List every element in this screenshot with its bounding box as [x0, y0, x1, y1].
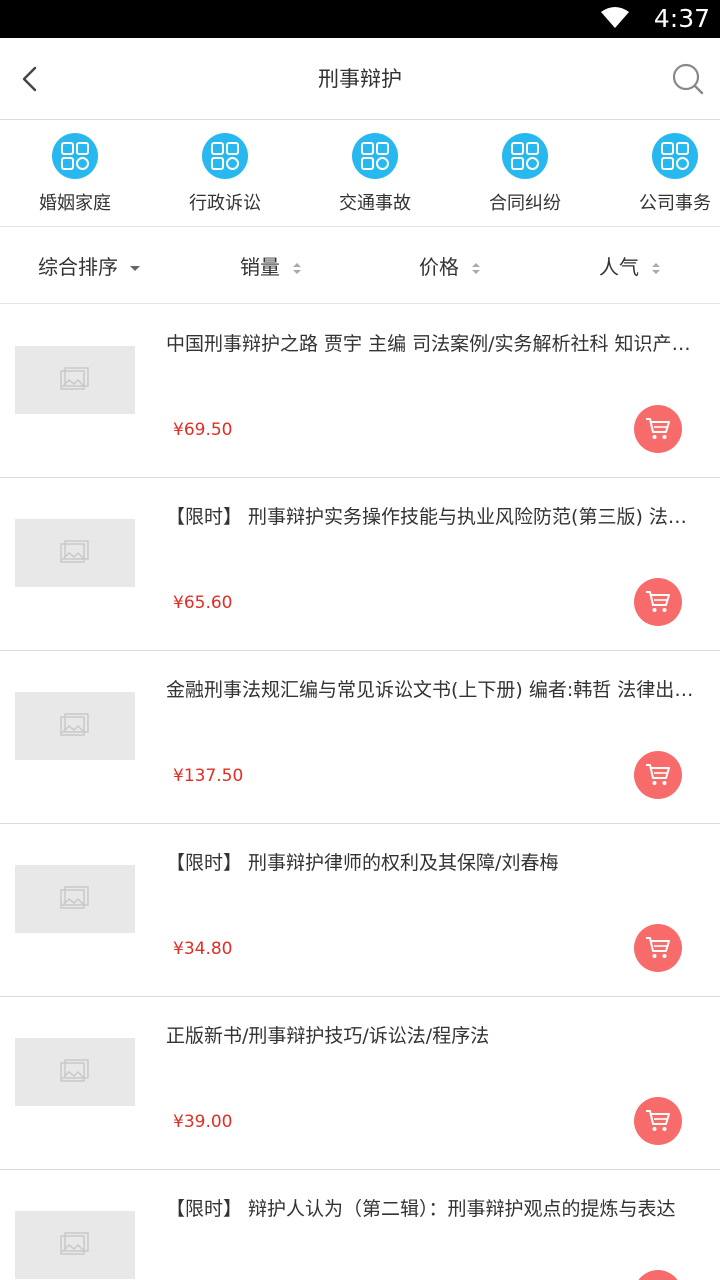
product-image-placeholder: [15, 692, 135, 760]
product-image-placeholder: [15, 519, 135, 587]
image-placeholder-icon: [60, 886, 89, 909]
category-label: 婚姻家庭: [39, 193, 111, 214]
cart-icon: [646, 418, 670, 439]
product-price: ¥39.00: [173, 1112, 233, 1132]
category-label: 公司事务: [639, 193, 711, 214]
apps-grid-icon: [202, 133, 248, 179]
apps-grid-icon: [652, 133, 698, 179]
sort-label: 综合排序: [38, 255, 118, 279]
product-image-placeholder: [15, 1211, 135, 1279]
nav-bar: 刑事辩护: [0, 38, 720, 120]
sort-bar: 综合排序 销量 价格 人气: [0, 228, 720, 304]
category-bar: 婚姻家庭 行政诉讼 交通事故 合同纠纷 公司事务: [0, 121, 720, 227]
add-to-cart-button[interactable]: [634, 1097, 682, 1145]
add-to-cart-button[interactable]: [634, 405, 682, 453]
cart-icon: [646, 591, 670, 612]
image-placeholder-icon: [60, 540, 89, 563]
product-item[interactable]: 【限时】 刑事辩护实务操作技能与执业风险防范(第三版) 法律出版社 ¥65.60: [0, 478, 720, 651]
category-item[interactable]: 公司事务: [620, 133, 720, 223]
product-image-placeholder: [15, 865, 135, 933]
sort-comprehensive[interactable]: 综合排序: [38, 252, 140, 282]
add-to-cart-button[interactable]: [634, 578, 682, 626]
product-name: 正版新书/刑事辩护技巧/诉讼法/程序法: [166, 1025, 490, 1047]
category-label: 合同纠纷: [489, 193, 561, 214]
product-item[interactable]: 金融刑事法规汇编与常见诉讼文书(上下册) 编者:韩哲 法律出版社 ¥137.50: [0, 651, 720, 824]
caret-up-down-icon: [471, 262, 481, 276]
page-title: 刑事辩护: [318, 67, 402, 91]
caret-down-icon: [130, 262, 140, 276]
category-label: 行政诉讼: [189, 193, 261, 214]
sort-label: 人气: [599, 255, 639, 279]
product-list: 中国刑事辩护之路 贾宇 主编 司法案例/实务解析社科 知识产权出版社 ¥69.5…: [0, 305, 720, 1280]
add-to-cart-button[interactable]: [634, 924, 682, 972]
product-name: 【限时】 刑事辩护实务操作技能与执业风险防范(第三版) 法律出版社: [166, 506, 698, 528]
sort-popularity[interactable]: 人气: [599, 252, 661, 282]
product-price: ¥34.80: [173, 939, 233, 959]
product-image-placeholder: [15, 1038, 135, 1106]
product-item[interactable]: 中国刑事辩护之路 贾宇 主编 司法案例/实务解析社科 知识产权出版社 ¥69.5…: [0, 305, 720, 478]
product-name: 金融刑事法规汇编与常见诉讼文书(上下册) 编者:韩哲 法律出版社: [166, 679, 698, 701]
product-price: ¥65.60: [173, 593, 233, 613]
product-price: ¥69.50: [173, 420, 233, 440]
product-price: ¥137.50: [173, 766, 244, 786]
sort-label: 价格: [419, 255, 459, 279]
product-item[interactable]: 【限时】 辩护人认为（第二辑）：刑事辩护观点的提炼与表达: [0, 1170, 720, 1280]
apps-grid-icon: [52, 133, 98, 179]
wifi-icon: [601, 7, 629, 28]
category-label: 交通事故: [339, 193, 411, 214]
image-placeholder-icon: [60, 713, 89, 736]
category-item[interactable]: 合同纠纷: [470, 133, 580, 223]
apps-grid-icon: [352, 133, 398, 179]
caret-up-down-icon: [292, 262, 302, 276]
cart-icon: [646, 1110, 670, 1131]
category-item[interactable]: 交通事故: [320, 133, 430, 223]
sort-label: 销量: [240, 255, 280, 279]
caret-up-down-icon: [651, 262, 661, 276]
product-name: 【限时】 辩护人认为（第二辑）：刑事辩护观点的提炼与表达: [166, 1198, 676, 1220]
cart-icon: [646, 764, 670, 785]
clock: 4:37: [653, 4, 710, 33]
product-name: 中国刑事辩护之路 贾宇 主编 司法案例/实务解析社科 知识产权出版社: [166, 333, 698, 355]
product-image-placeholder: [15, 346, 135, 414]
image-placeholder-icon: [60, 367, 89, 390]
add-to-cart-button[interactable]: [634, 751, 682, 799]
sort-sales[interactable]: 销量: [240, 252, 302, 282]
sort-price[interactable]: 价格: [419, 252, 481, 282]
product-item[interactable]: 正版新书/刑事辩护技巧/诉讼法/程序法 ¥39.00: [0, 997, 720, 1170]
apps-grid-icon: [502, 133, 548, 179]
product-name: 【限时】 刑事辩护律师的权利及其保障/刘春梅: [166, 852, 559, 874]
image-placeholder-icon: [60, 1059, 89, 1082]
search-icon[interactable]: [670, 60, 706, 98]
image-placeholder-icon: [60, 1232, 89, 1255]
product-item[interactable]: 【限时】 刑事辩护律师的权利及其保障/刘春梅 ¥34.80: [0, 824, 720, 997]
back-chevron-icon[interactable]: [14, 60, 50, 98]
cart-icon: [646, 937, 670, 958]
add-to-cart-button[interactable]: [634, 1270, 682, 1280]
category-item[interactable]: 婚姻家庭: [20, 133, 130, 223]
category-item[interactable]: 行政诉讼: [170, 133, 280, 223]
status-bar: 4:37: [0, 0, 720, 38]
